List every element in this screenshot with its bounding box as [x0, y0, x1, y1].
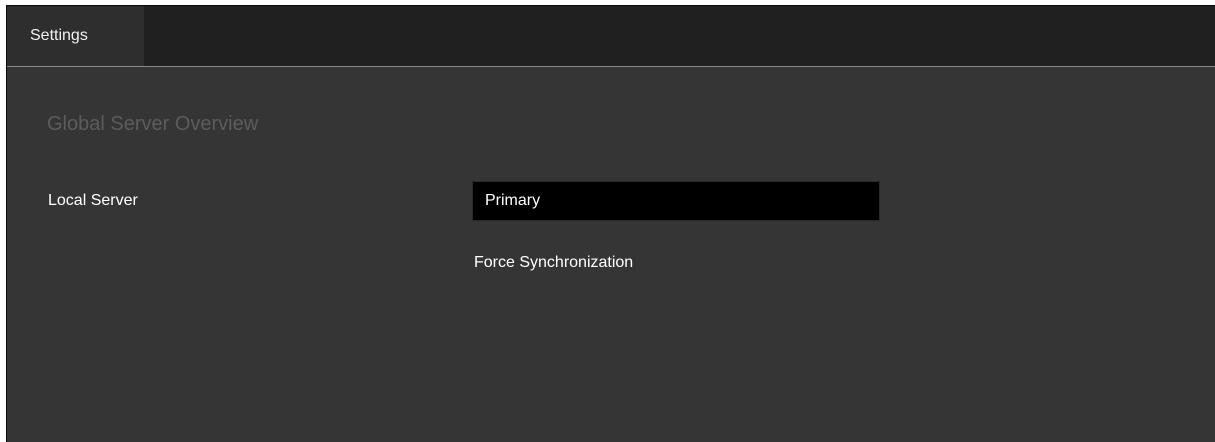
tab-settings[interactable]: Settings [7, 6, 144, 66]
settings-window: Settings Global Server Overview Local Se… [6, 5, 1215, 442]
local-server-label: Local Server [48, 192, 138, 209]
local-server-select[interactable]: Primary [472, 181, 880, 221]
tab-bar: Settings [7, 6, 1215, 67]
local-server-selected-value: Primary [485, 192, 541, 209]
force-synchronization-button[interactable]: Force Synchronization [474, 254, 633, 272]
section-title: Global Server Overview [47, 113, 259, 135]
